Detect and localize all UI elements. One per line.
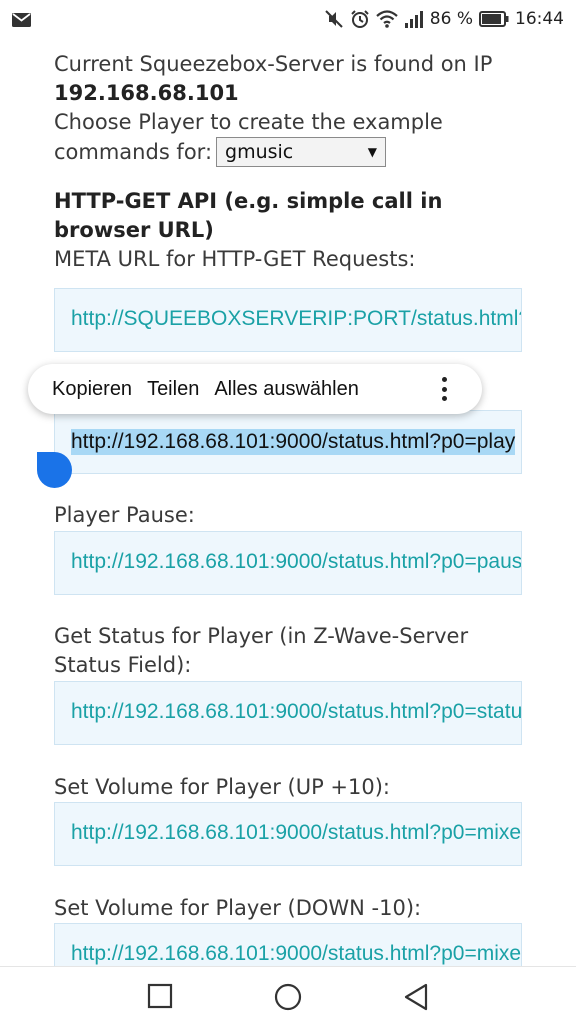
share-button[interactable]: Teilen xyxy=(147,378,199,401)
wifi-icon xyxy=(376,10,398,28)
status-bar: 86 % 16:44 xyxy=(0,0,576,38)
server-found-text: Current Squeezebox-Server is found on IP xyxy=(54,52,493,76)
volume-down-url-text: http://192.168.68.101:9000/status.html?p… xyxy=(71,942,522,965)
choose-player-text: Choose Player to create the example xyxy=(54,110,443,134)
status-url-text: http://192.168.68.101:9000/status.html?p… xyxy=(71,700,522,723)
meta-url-text: http://SQUEEBOXSERVERIP:PORT/status.html… xyxy=(71,307,522,330)
commands-for-text: commands for: xyxy=(54,139,213,164)
selection-handle[interactable] xyxy=(37,452,72,488)
battery-percent: 86 % xyxy=(429,9,473,29)
player-select-value: gmusic xyxy=(225,141,294,163)
selected-url-field[interactable]: http://192.168.68.101:9000/status.html?p… xyxy=(54,410,522,474)
meta-url-field[interactable]: http://SQUEEBOXSERVERIP:PORT/status.html… xyxy=(54,288,522,352)
alarm-icon xyxy=(350,9,370,29)
volume-up-label: Set Volume for Player (UP +10): xyxy=(54,775,390,799)
more-options-icon[interactable] xyxy=(442,377,448,401)
copy-button[interactable]: Kopieren xyxy=(52,378,132,401)
battery-icon xyxy=(479,11,509,27)
navigation-bar xyxy=(0,966,576,1024)
intro-text: Current Squeezebox-Server is found on IP… xyxy=(54,50,524,274)
pause-url-text: http://192.168.68.101:9000/status.html?p… xyxy=(71,550,522,573)
dropdown-arrow-icon: ▼ xyxy=(367,145,378,159)
home-icon[interactable] xyxy=(274,983,302,1015)
get-status-label: Get Status for Player (in Z-Wave-Server … xyxy=(54,624,469,677)
player-pause-label: Player Pause: xyxy=(54,503,195,527)
recents-icon[interactable] xyxy=(147,983,173,1013)
selected-url-text[interactable]: http://192.168.68.101:9000/status.html?p… xyxy=(71,429,516,455)
pause-url-field[interactable]: http://192.168.68.101:9000/status.html?p… xyxy=(54,531,522,595)
mail-notification-icon xyxy=(12,12,31,31)
volume-up-url-text: http://192.168.68.101:9000/status.html?p… xyxy=(71,821,522,844)
volume-up-url-field[interactable]: http://192.168.68.101:9000/status.html?p… xyxy=(54,802,522,866)
mute-icon xyxy=(324,9,344,29)
text-selection-toolbar: Kopieren Teilen Alles auswählen xyxy=(28,364,482,414)
section-title: HTTP-GET API (e.g. simple call in browse… xyxy=(54,189,443,242)
meta-url-label: META URL for HTTP-GET Requests: xyxy=(54,247,416,271)
status-url-field[interactable]: http://192.168.68.101:9000/status.html?p… xyxy=(54,681,522,745)
server-ip: 192.168.68.101 xyxy=(54,81,239,105)
back-icon[interactable] xyxy=(403,983,429,1015)
player-select[interactable]: gmusic ▼ xyxy=(216,137,387,167)
volume-down-label: Set Volume for Player (DOWN -10): xyxy=(54,896,422,920)
clock: 16:44 xyxy=(515,9,564,29)
select-all-button[interactable]: Alles auswählen xyxy=(214,378,359,401)
signal-icon xyxy=(404,10,424,28)
